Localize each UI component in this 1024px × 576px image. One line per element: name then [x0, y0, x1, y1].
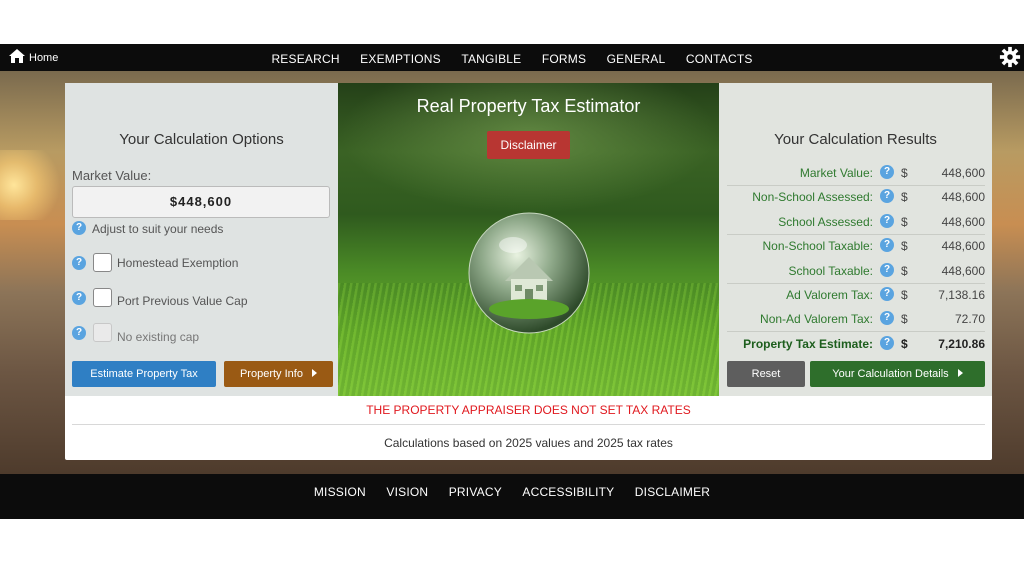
- help-icon[interactable]: ?: [72, 291, 86, 305]
- nav-forms[interactable]: FORMS: [542, 52, 586, 66]
- result-label: Market Value:: [799, 166, 873, 180]
- property-info-button[interactable]: Property Info: [224, 361, 333, 387]
- divider: [72, 424, 985, 425]
- calculation-basis: Calculations based on 2025 values and 20…: [384, 436, 673, 450]
- footer-vision[interactable]: VISION: [386, 485, 428, 499]
- result-label: School Taxable:: [788, 264, 873, 278]
- help-icon[interactable]: ?: [72, 221, 86, 235]
- no-existing-cap-label: No existing cap: [117, 330, 200, 344]
- result-value: 7,210.86: [938, 337, 985, 351]
- help-icon[interactable]: ?: [72, 326, 86, 340]
- result-row: Ad Valorem Tax:? $7,138.16: [727, 286, 985, 306]
- market-value-label: Market Value:: [72, 168, 152, 183]
- result-value: 72.70: [954, 312, 985, 326]
- result-row: Non-School Taxable:? $448,600: [727, 237, 985, 257]
- result-currency: $: [901, 239, 908, 253]
- result-value: 448,600: [941, 190, 985, 204]
- house-globe-image: [468, 212, 590, 334]
- adjust-hint: Adjust to suit your needs: [92, 222, 224, 236]
- result-separator: [727, 234, 985, 235]
- footer-disclaimer[interactable]: DISCLAIMER: [635, 485, 710, 499]
- help-icon[interactable]: ?: [880, 287, 894, 301]
- result-currency: $: [901, 288, 908, 302]
- port-cap-label: Port Previous Value Cap: [117, 294, 248, 308]
- result-row: Market Value:? $448,600: [727, 164, 985, 184]
- sun-glow: [0, 150, 70, 220]
- calculation-details-button[interactable]: Your Calculation Details: [810, 361, 985, 387]
- market-value-field[interactable]: $448,600: [72, 186, 330, 218]
- help-icon[interactable]: ?: [880, 214, 894, 228]
- nav-research[interactable]: RESEARCH: [271, 52, 339, 66]
- help-icon[interactable]: ?: [880, 311, 894, 325]
- result-value: 448,600: [941, 215, 985, 229]
- result-label: Ad Valorem Tax:: [786, 288, 873, 302]
- nav-exemptions[interactable]: EXEMPTIONS: [360, 52, 441, 66]
- results-title: Your Calculation Results: [774, 131, 937, 148]
- nav-tangible[interactable]: TANGIBLE: [461, 52, 521, 66]
- footer-accessibility[interactable]: ACCESSIBILITY: [522, 485, 614, 499]
- property-info-label: Property Info: [239, 368, 303, 380]
- footer-mission[interactable]: MISSION: [314, 485, 366, 499]
- result-value: 448,600: [941, 166, 985, 180]
- market-value-input[interactable]: $448,600: [73, 187, 329, 217]
- calculation-options-panel: [65, 83, 338, 396]
- help-icon[interactable]: ?: [880, 238, 894, 252]
- no-existing-cap-checkbox: [93, 323, 112, 342]
- result-currency: $: [901, 215, 908, 229]
- help-icon[interactable]: ?: [72, 256, 86, 270]
- homestead-label: Homestead Exemption: [117, 256, 239, 270]
- caret-right-icon: [312, 369, 318, 377]
- help-icon[interactable]: ?: [880, 263, 894, 277]
- help-icon[interactable]: ?: [880, 165, 894, 179]
- gear-icon[interactable]: [999, 46, 1021, 68]
- port-cap-checkbox[interactable]: [93, 288, 112, 307]
- result-separator: [727, 331, 985, 332]
- top-nav: RESEARCH EXEMPTIONS TANGIBLE FORMS GENER…: [0, 50, 1024, 68]
- homestead-checkbox[interactable]: [93, 253, 112, 272]
- result-row: School Assessed:? $448,600: [727, 213, 985, 233]
- result-row: School Taxable:? $448,600: [727, 262, 985, 282]
- result-label: Property Tax Estimate:: [743, 337, 873, 351]
- result-currency: $: [901, 337, 908, 351]
- result-label: Non-School Taxable:: [762, 239, 873, 253]
- footer-nav: MISSION VISION PRIVACY ACCESSIBILITY DIS…: [0, 483, 1024, 501]
- result-label: School Assessed:: [778, 215, 873, 229]
- estimator-hero: [338, 83, 719, 396]
- help-icon[interactable]: ?: [880, 189, 894, 203]
- result-currency: $: [901, 190, 908, 204]
- result-value: 448,600: [941, 264, 985, 278]
- footer-privacy[interactable]: PRIVACY: [449, 485, 502, 499]
- estimator-title: Real Property Tax Estimator: [416, 96, 641, 116]
- calculation-details-label: Your Calculation Details: [832, 368, 949, 380]
- caret-right-icon: [957, 369, 963, 377]
- nav-general[interactable]: GENERAL: [607, 52, 666, 66]
- disclaimer-button[interactable]: Disclaimer: [487, 131, 570, 159]
- result-currency: $: [901, 312, 908, 326]
- result-label: Non-Ad Valorem Tax:: [760, 312, 873, 326]
- nav-contacts[interactable]: CONTACTS: [686, 52, 753, 66]
- result-separator: [727, 185, 985, 186]
- result-row: Non-School Assessed:? $448,600: [727, 188, 985, 208]
- result-currency: $: [901, 264, 908, 278]
- result-value: 7,138.16: [938, 288, 985, 302]
- reset-button[interactable]: Reset: [727, 361, 805, 387]
- estimate-property-tax-button[interactable]: Estimate Property Tax: [72, 361, 216, 387]
- result-label: Non-School Assessed:: [752, 190, 873, 204]
- help-icon[interactable]: ?: [880, 336, 894, 350]
- result-row: Property Tax Estimate:? $7,210.86: [727, 335, 985, 355]
- result-separator: [727, 283, 985, 284]
- options-title: Your Calculation Options: [119, 131, 284, 148]
- result-currency: $: [901, 166, 908, 180]
- tax-rate-notice: THE PROPERTY APPRAISER DOES NOT SET TAX …: [366, 403, 691, 417]
- result-value: 448,600: [941, 239, 985, 253]
- result-row: Non-Ad Valorem Tax:? $72.70: [727, 310, 985, 330]
